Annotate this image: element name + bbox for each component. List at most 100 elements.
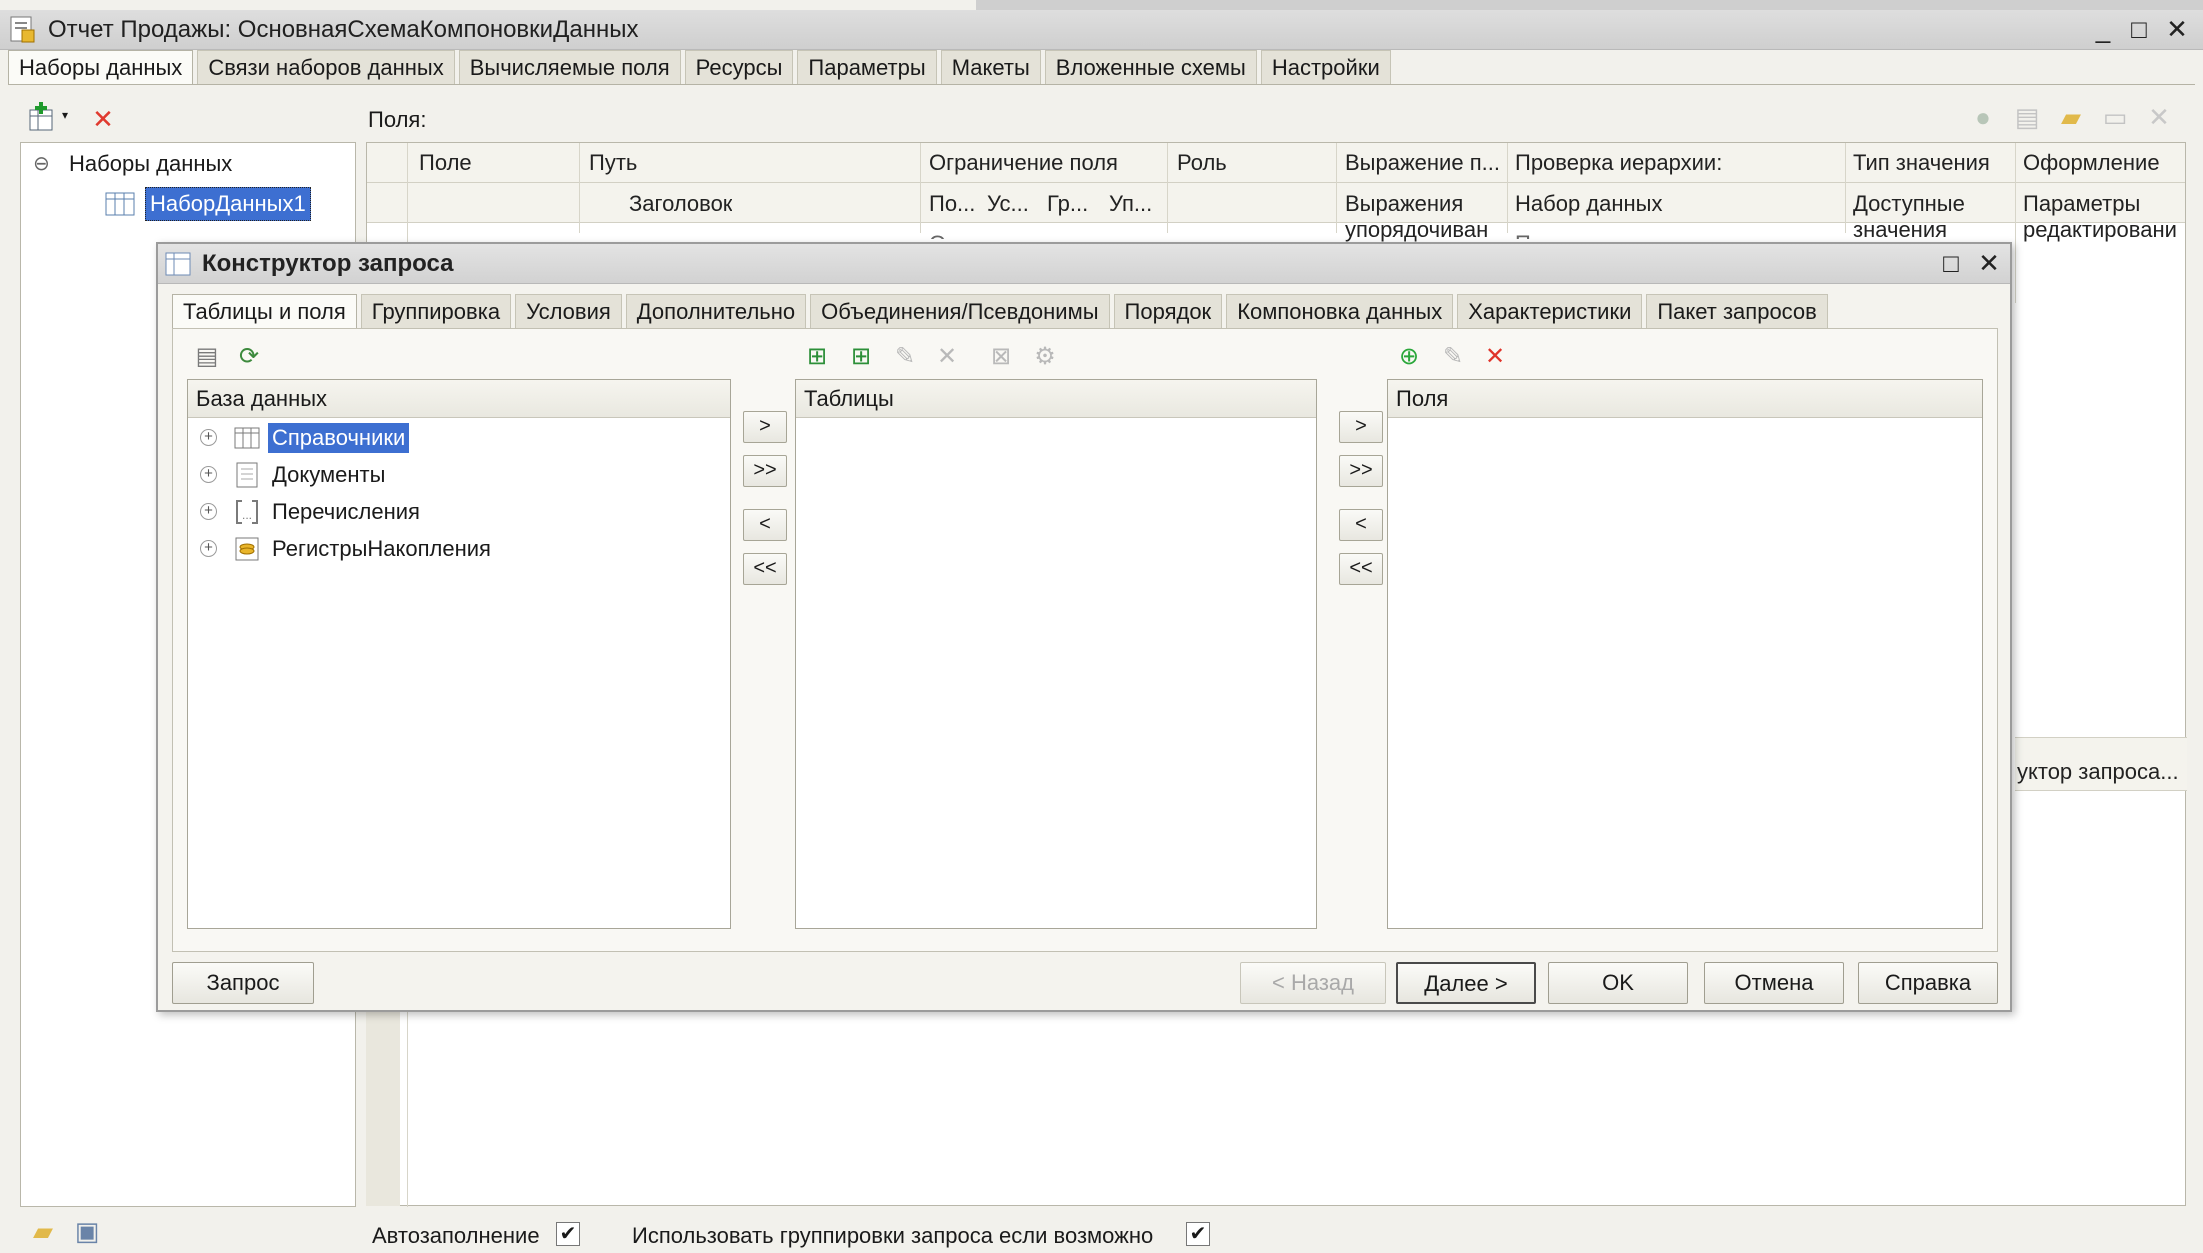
- add-folder-button[interactable]: ▰: [2054, 100, 2088, 134]
- tab-conditions[interactable]: Условия: [515, 294, 622, 328]
- query-constructor-link[interactable]: уктор запроса...: [2017, 759, 2179, 785]
- col-restriction-4[interactable]: Уп...: [1109, 191, 1152, 217]
- delete-dataset-button[interactable]: ✕: [86, 102, 120, 136]
- tab-characteristics[interactable]: Характеристики: [1457, 294, 1643, 328]
- tree-label-accum-registers[interactable]: РегистрыНакопления: [268, 534, 495, 564]
- dropdown-arrow-icon[interactable]: ▾: [62, 108, 68, 122]
- maximize-button[interactable]: □: [2122, 14, 2156, 46]
- edit-table-button[interactable]: ✎: [889, 341, 921, 373]
- tab-templates[interactable]: Макеты: [940, 50, 1041, 84]
- back-button[interactable]: < Назад: [1240, 962, 1386, 1004]
- catalog-icon: [234, 427, 260, 449]
- use-grouping-label: Использовать группировки запроса если во…: [632, 1223, 1154, 1248]
- query-button[interactable]: Запрос: [172, 962, 314, 1004]
- tree-label-catalogs[interactable]: Справочники: [268, 423, 410, 453]
- add-nested-query-button[interactable]: ⊞: [845, 341, 877, 373]
- delete-field-button[interactable]: ✕: [1479, 341, 1511, 373]
- add-dataset-button[interactable]: [26, 100, 60, 134]
- tables-panel[interactable]: Таблицы: [795, 379, 1317, 929]
- database-panel[interactable]: База данных + Справочники + Документы + …: [187, 379, 731, 929]
- help-button[interactable]: Справка: [1858, 962, 1998, 1004]
- tree-item-dataset1[interactable]: НаборДанных1: [145, 187, 311, 221]
- remove-table-arrow-button[interactable]: <: [743, 509, 787, 541]
- col-restriction-3[interactable]: Гр...: [1047, 191, 1088, 217]
- autofill-checkbox[interactable]: ✔: [556, 1222, 580, 1246]
- ok-button[interactable]: OK: [1548, 962, 1688, 1004]
- add-all-fields-button[interactable]: >>: [1339, 455, 1383, 487]
- tab-order[interactable]: Порядок: [1113, 294, 1223, 328]
- col-edit-params[interactable]: Параметры редактировани: [2023, 191, 2183, 243]
- col-hierarchy[interactable]: Проверка иерархии:: [1515, 150, 1722, 176]
- tab-tables-fields[interactable]: Таблицы и поля: [172, 294, 357, 328]
- tab-calculated-fields[interactable]: Вычисляемые поля: [458, 50, 681, 84]
- col-value-type[interactable]: Тип значения: [1853, 150, 1990, 176]
- save-button[interactable]: ▣: [70, 1214, 104, 1248]
- delete-field-button[interactable]: ✕: [2142, 100, 2176, 134]
- col-path[interactable]: Путь: [589, 150, 637, 176]
- expand-icon[interactable]: +: [200, 466, 217, 483]
- col-hierarchy-dataset[interactable]: Набор данных: [1515, 191, 1663, 217]
- db-refresh-button[interactable]: ⟳: [233, 341, 265, 373]
- col-available-values[interactable]: Доступные значения: [1853, 191, 2003, 243]
- dialog-maximize-button[interactable]: □: [1934, 248, 1968, 280]
- add-all-tables-button[interactable]: >>: [743, 455, 787, 487]
- add-nested-button[interactable]: ▤: [2010, 100, 2044, 134]
- remove-all-tables-button[interactable]: <<: [743, 553, 787, 585]
- db-list-button[interactable]: ▤: [191, 341, 223, 373]
- col-appearance[interactable]: Оформление: [2023, 150, 2160, 176]
- add-field-button[interactable]: ⊕: [1393, 341, 1425, 373]
- col-role[interactable]: Роль: [1177, 150, 1227, 176]
- use-grouping-checkbox[interactable]: ✔: [1186, 1222, 1210, 1246]
- col-hierarchy-param[interactable]: Параметр: [1515, 231, 1616, 239]
- tab-parameters[interactable]: Параметры: [797, 50, 937, 84]
- tab-settings[interactable]: Настройки: [1260, 50, 1391, 84]
- open-file-button[interactable]: ▰: [26, 1214, 60, 1248]
- tab-data-composition[interactable]: Компоновка данных: [1226, 294, 1454, 328]
- cancel-button[interactable]: Отмена: [1704, 962, 1844, 1004]
- tree-row-accum-registers[interactable]: + РегистрыНакопления: [188, 531, 730, 567]
- expand-icon[interactable]: +: [200, 429, 217, 446]
- tab-unions-aliases[interactable]: Объединения/Псевдонимы: [810, 294, 1110, 328]
- col-restriction[interactable]: Ограничение поля: [929, 150, 1118, 176]
- delete-table-button[interactable]: ✕: [931, 341, 963, 373]
- remove-all-fields-button[interactable]: <<: [1339, 553, 1383, 585]
- next-button[interactable]: Далее >: [1396, 962, 1536, 1004]
- add-table-arrow-button[interactable]: >: [743, 411, 787, 443]
- tab-query-batch[interactable]: Пакет запросов: [1646, 294, 1828, 328]
- edit-field-button[interactable]: ✎: [1437, 341, 1469, 373]
- col-restriction-attr[interactable]: Ограничение реквиз: [929, 231, 1138, 239]
- add-field-button[interactable]: ●: [1966, 100, 2000, 134]
- expand-icon[interactable]: +: [200, 540, 217, 557]
- remove-field-arrow-button[interactable]: <: [1339, 509, 1383, 541]
- expand-icon[interactable]: +: [200, 503, 217, 520]
- tree-row-enums[interactable]: + ... Перечисления: [188, 494, 730, 530]
- col-expression[interactable]: Выражение п...: [1345, 150, 1500, 176]
- close-button[interactable]: ✕: [2160, 14, 2194, 46]
- tab-dataset-links[interactable]: Связи наборов данных: [197, 50, 455, 84]
- tree-row-catalogs[interactable]: + Справочники: [188, 420, 730, 456]
- tab-nested-schemas[interactable]: Вложенные схемы: [1044, 50, 1257, 84]
- collapse-icon[interactable]: ⊖: [33, 151, 50, 176]
- add-table-button[interactable]: ⊞: [801, 341, 833, 373]
- tree-root-label[interactable]: Наборы данных: [69, 151, 232, 177]
- col-restriction-1[interactable]: По...: [929, 191, 975, 217]
- col-restriction-2[interactable]: Ус...: [987, 191, 1029, 217]
- delete-gray-icon: ✕: [2148, 102, 2170, 132]
- col-field[interactable]: Поле: [419, 150, 472, 176]
- fields-panel[interactable]: Поля: [1387, 379, 1983, 929]
- tree-label-enums[interactable]: Перечисления: [268, 497, 424, 527]
- tab-resources[interactable]: Ресурсы: [684, 50, 794, 84]
- replace-table-button[interactable]: ⊠: [985, 341, 1017, 373]
- folder-button[interactable]: ▭: [2098, 100, 2132, 134]
- add-field-arrow-button[interactable]: >: [1339, 411, 1383, 443]
- tab-datasets[interactable]: Наборы данных: [8, 50, 194, 84]
- tree-label-documents[interactable]: Документы: [268, 460, 389, 490]
- tree-row-documents[interactable]: + Документы: [188, 457, 730, 493]
- table-settings-button[interactable]: ⚙: [1029, 341, 1061, 373]
- col-title[interactable]: Заголовок: [629, 191, 732, 217]
- minimize-button[interactable]: _: [2086, 14, 2120, 46]
- tab-grouping[interactable]: Группировка: [360, 294, 512, 328]
- dialog-close-button[interactable]: ✕: [1972, 248, 2006, 280]
- tab-additional[interactable]: Дополнительно: [625, 294, 807, 328]
- col-order-expressions[interactable]: Выражения упорядочиван: [1345, 191, 1505, 243]
